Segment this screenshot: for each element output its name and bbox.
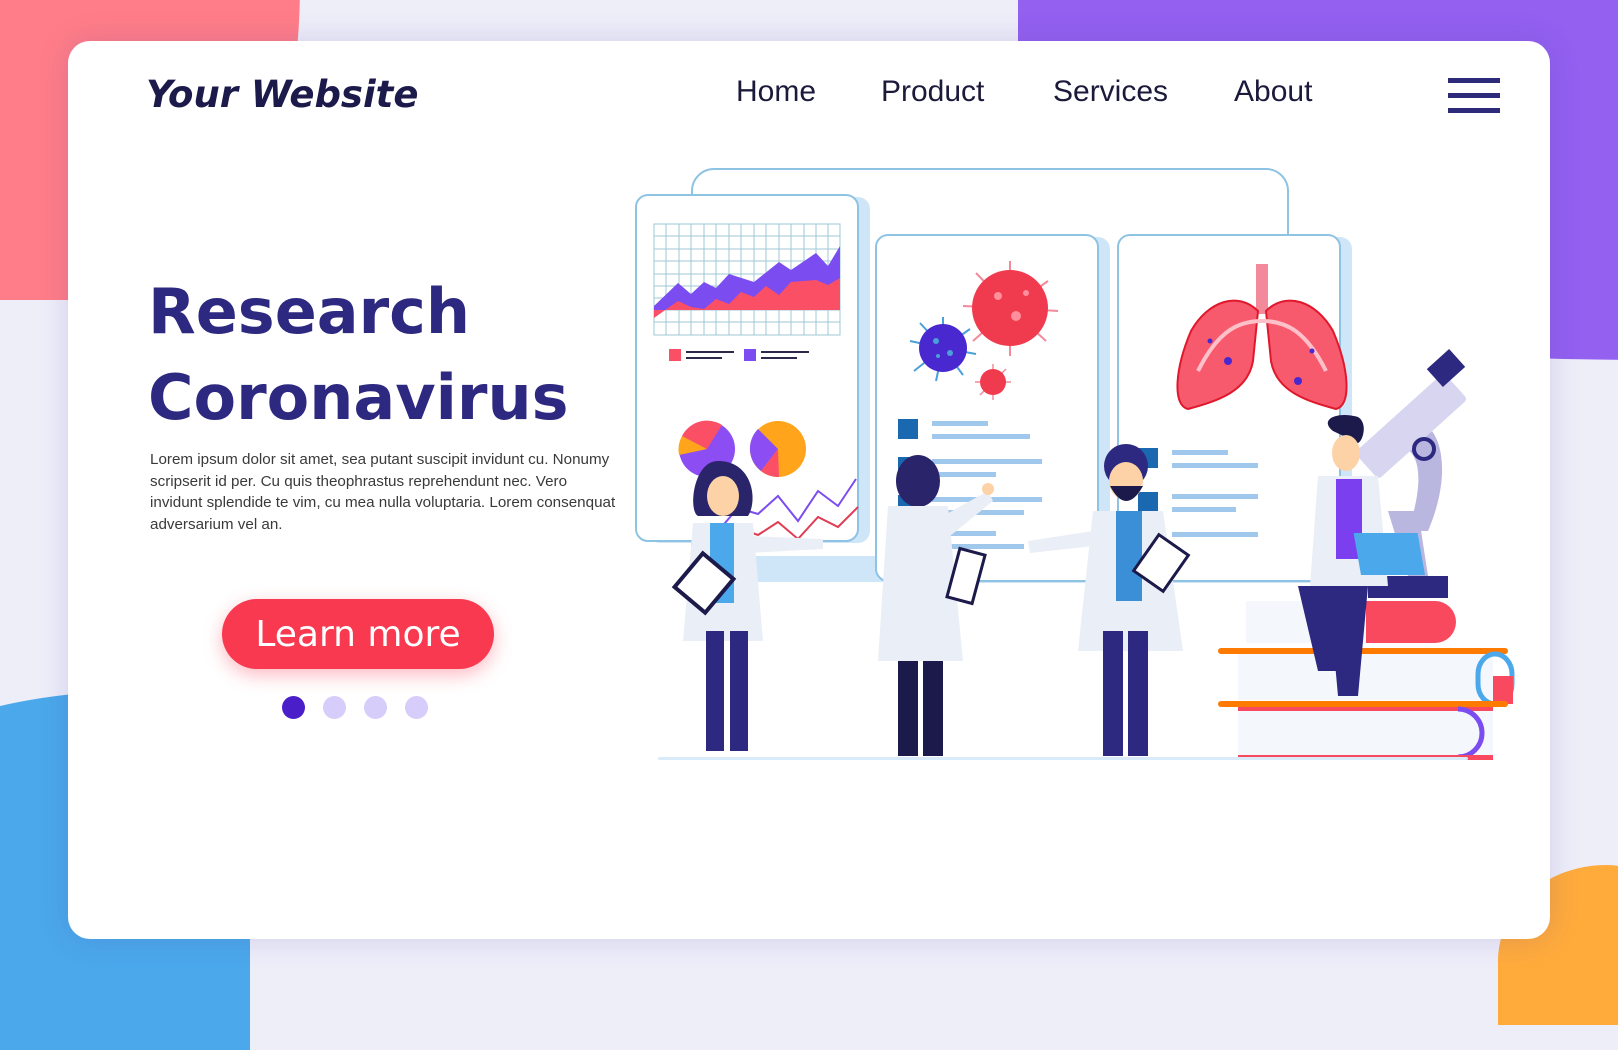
- landing-card: Your Website Home Product Services About…: [68, 41, 1550, 939]
- carousel-dot-2[interactable]: [323, 696, 346, 719]
- nav-services[interactable]: Services: [1053, 75, 1168, 109]
- pie-chart-2: [749, 421, 806, 478]
- hero-title-line2: Coronavirus: [148, 361, 569, 434]
- carousel-dot-4[interactable]: [405, 696, 428, 719]
- hero-title: Research Coronavirus: [148, 269, 569, 441]
- hamburger-menu-icon[interactable]: [1448, 78, 1500, 114]
- nav-about[interactable]: About: [1234, 75, 1312, 109]
- chart-panel: [635, 194, 870, 543]
- carousel-dot-1[interactable]: [282, 696, 305, 719]
- carousel-dot-3[interactable]: [364, 696, 387, 719]
- site-logo[interactable]: Your Website: [146, 73, 418, 116]
- learn-more-button[interactable]: Learn more: [222, 599, 494, 669]
- hero-title-line1: Research: [148, 275, 471, 348]
- research-illustration: [635, 168, 1515, 760]
- nav-home[interactable]: Home: [736, 75, 816, 109]
- hero-description: Lorem ipsum dolor sit amet, sea putant s…: [150, 451, 616, 533]
- nav-product[interactable]: Product: [881, 75, 984, 109]
- book-stack-icon: [1218, 601, 1515, 760]
